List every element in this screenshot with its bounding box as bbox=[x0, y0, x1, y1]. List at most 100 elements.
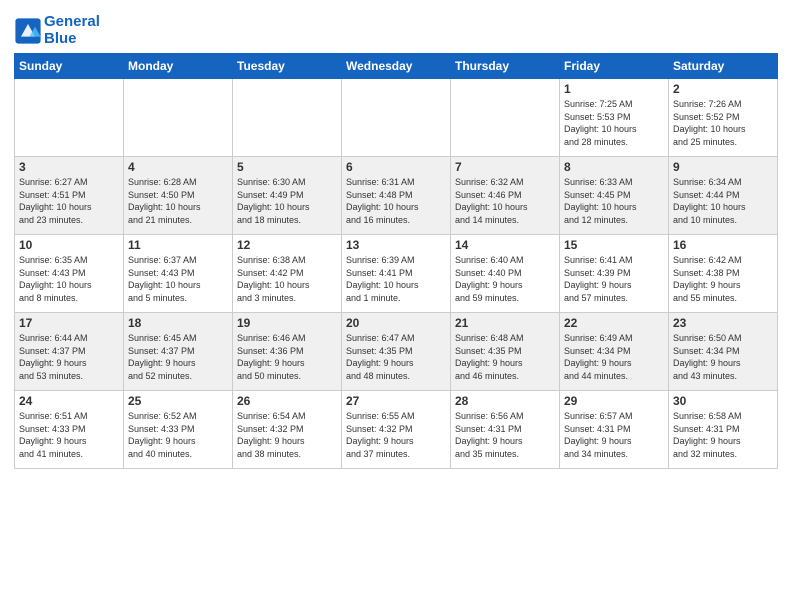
calendar-cell: 11 Sunrise: 6:37 AM Sunset: 4:43 PM Dayli… bbox=[124, 235, 233, 313]
day-info: Sunrise: 6:30 AM Sunset: 4:49 PM Dayligh… bbox=[237, 176, 337, 226]
day-number: 3 bbox=[19, 160, 119, 174]
day-number: 2 bbox=[673, 82, 773, 96]
calendar-cell bbox=[451, 79, 560, 157]
day-info: Sunrise: 6:48 AM Sunset: 4:35 PM Dayligh… bbox=[455, 332, 555, 382]
day-info: Sunrise: 6:55 AM Sunset: 4:32 PM Dayligh… bbox=[346, 410, 446, 460]
logo-blue-text: Blue bbox=[44, 30, 77, 47]
calendar-cell bbox=[15, 79, 124, 157]
calendar-cell: 10 Sunrise: 6:35 AM Sunset: 4:43 PM Dayli… bbox=[15, 235, 124, 313]
calendar-cell: 27Sunrise: 6:55 AM Sunset: 4:32 PM Dayli… bbox=[342, 391, 451, 469]
day-info: Sunrise: 6:57 AM Sunset: 4:31 PM Dayligh… bbox=[564, 410, 664, 460]
calendar-cell: 12 Sunrise: 6:38 AM Sunset: 4:42 PM Dayli… bbox=[233, 235, 342, 313]
day-number: 28 bbox=[455, 394, 555, 408]
calendar-cell: 2 Sunrise: 7:26 AM Sunset: 5:52 PM Daylig… bbox=[669, 79, 778, 157]
day-info: Sunrise: 6:50 AM Sunset: 4:34 PM Dayligh… bbox=[673, 332, 773, 382]
calendar-cell bbox=[342, 79, 451, 157]
calendar-cell: 1 Sunrise: 7:25 AM Sunset: 5:53 PM Daylig… bbox=[560, 79, 669, 157]
calendar-cell: 14 Sunrise: 6:40 AM Sunset: 4:40 PM Dayli… bbox=[451, 235, 560, 313]
day-number: 7 bbox=[455, 160, 555, 174]
page: General Blue SundayMondayTuesdayWednesda… bbox=[0, 0, 792, 479]
calendar-cell: 5 Sunrise: 6:30 AM Sunset: 4:49 PM Daylig… bbox=[233, 157, 342, 235]
day-number: 4 bbox=[128, 160, 228, 174]
day-number: 1 bbox=[564, 82, 664, 96]
day-info: Sunrise: 6:28 AM Sunset: 4:50 PM Dayligh… bbox=[128, 176, 228, 226]
day-number: 14 bbox=[455, 238, 555, 252]
day-info: Sunrise: 6:47 AM Sunset: 4:35 PM Dayligh… bbox=[346, 332, 446, 382]
calendar-cell: 26Sunrise: 6:54 AM Sunset: 4:32 PM Dayli… bbox=[233, 391, 342, 469]
calendar-table: SundayMondayTuesdayWednesdayThursdayFrid… bbox=[14, 53, 778, 469]
day-info: Sunrise: 6:34 AM Sunset: 4:44 PM Dayligh… bbox=[673, 176, 773, 226]
calendar-cell: 21 Sunrise: 6:48 AM Sunset: 4:35 PM Dayli… bbox=[451, 313, 560, 391]
calendar-cell: 29 Sunrise: 6:57 AM Sunset: 4:31 PM Dayli… bbox=[560, 391, 669, 469]
calendar-cell: 17Sunrise: 6:44 AM Sunset: 4:37 PM Dayli… bbox=[15, 313, 124, 391]
day-info: Sunrise: 6:32 AM Sunset: 4:46 PM Dayligh… bbox=[455, 176, 555, 226]
day-info: Sunrise: 6:42 AM Sunset: 4:38 PM Dayligh… bbox=[673, 254, 773, 304]
weekday-header-sunday: Sunday bbox=[15, 54, 124, 79]
day-info: Sunrise: 6:40 AM Sunset: 4:40 PM Dayligh… bbox=[455, 254, 555, 304]
calendar-cell: 16 Sunrise: 6:42 AM Sunset: 4:38 PM Dayli… bbox=[669, 235, 778, 313]
calendar-cell bbox=[233, 79, 342, 157]
weekday-header-thursday: Thursday bbox=[451, 54, 560, 79]
day-info: Sunrise: 6:45 AM Sunset: 4:37 PM Dayligh… bbox=[128, 332, 228, 382]
day-info: Sunrise: 6:56 AM Sunset: 4:31 PM Dayligh… bbox=[455, 410, 555, 460]
calendar-week-5: 24 Sunrise: 6:51 AM Sunset: 4:33 PM Dayli… bbox=[15, 391, 778, 469]
day-info: Sunrise: 6:39 AM Sunset: 4:41 PM Dayligh… bbox=[346, 254, 446, 304]
day-info: Sunrise: 6:49 AM Sunset: 4:34 PM Dayligh… bbox=[564, 332, 664, 382]
day-number: 26 bbox=[237, 394, 337, 408]
day-number: 21 bbox=[455, 316, 555, 330]
day-number: 29 bbox=[564, 394, 664, 408]
day-info: Sunrise: 6:52 AM Sunset: 4:33 PM Dayligh… bbox=[128, 410, 228, 460]
calendar-cell: 19 Sunrise: 6:46 AM Sunset: 4:36 PM Dayli… bbox=[233, 313, 342, 391]
day-number: 18 bbox=[128, 316, 228, 330]
logo: General Blue bbox=[14, 14, 100, 47]
day-number: 24 bbox=[19, 394, 119, 408]
calendar-cell: 15Sunrise: 6:41 AM Sunset: 4:39 PM Dayli… bbox=[560, 235, 669, 313]
day-number: 22 bbox=[564, 316, 664, 330]
calendar-cell: 20 Sunrise: 6:47 AM Sunset: 4:35 PM Dayli… bbox=[342, 313, 451, 391]
day-number: 23 bbox=[673, 316, 773, 330]
calendar-cell: 28 Sunrise: 6:56 AM Sunset: 4:31 PM Dayli… bbox=[451, 391, 560, 469]
day-number: 30 bbox=[673, 394, 773, 408]
calendar-cell: 13 Sunrise: 6:39 AM Sunset: 4:41 PM Dayli… bbox=[342, 235, 451, 313]
day-number: 15 bbox=[564, 238, 664, 252]
day-info: Sunrise: 6:51 AM Sunset: 4:33 PM Dayligh… bbox=[19, 410, 119, 460]
calendar-cell: 22 Sunrise: 6:49 AM Sunset: 4:34 PM Dayli… bbox=[560, 313, 669, 391]
calendar-week-3: 10 Sunrise: 6:35 AM Sunset: 4:43 PM Dayli… bbox=[15, 235, 778, 313]
calendar-cell: 7 Sunrise: 6:32 AM Sunset: 4:46 PM Daylig… bbox=[451, 157, 560, 235]
day-number: 11 bbox=[128, 238, 228, 252]
day-number: 19 bbox=[237, 316, 337, 330]
day-info: Sunrise: 6:31 AM Sunset: 4:48 PM Dayligh… bbox=[346, 176, 446, 226]
day-info: Sunrise: 6:33 AM Sunset: 4:45 PM Dayligh… bbox=[564, 176, 664, 226]
day-number: 10 bbox=[19, 238, 119, 252]
day-info: Sunrise: 6:35 AM Sunset: 4:43 PM Dayligh… bbox=[19, 254, 119, 304]
day-number: 25 bbox=[128, 394, 228, 408]
weekday-header-wednesday: Wednesday bbox=[342, 54, 451, 79]
calendar-cell: 30Sunrise: 6:58 AM Sunset: 4:31 PM Dayli… bbox=[669, 391, 778, 469]
logo-general: General bbox=[44, 13, 100, 30]
day-number: 9 bbox=[673, 160, 773, 174]
day-number: 6 bbox=[346, 160, 446, 174]
weekday-header-row: SundayMondayTuesdayWednesdayThursdayFrid… bbox=[15, 54, 778, 79]
day-info: Sunrise: 6:46 AM Sunset: 4:36 PM Dayligh… bbox=[237, 332, 337, 382]
day-info: Sunrise: 6:27 AM Sunset: 4:51 PM Dayligh… bbox=[19, 176, 119, 226]
weekday-header-tuesday: Tuesday bbox=[233, 54, 342, 79]
day-number: 20 bbox=[346, 316, 446, 330]
day-info: Sunrise: 6:38 AM Sunset: 4:42 PM Dayligh… bbox=[237, 254, 337, 304]
day-info: Sunrise: 7:25 AM Sunset: 5:53 PM Dayligh… bbox=[564, 98, 664, 148]
calendar-cell bbox=[124, 79, 233, 157]
day-number: 12 bbox=[237, 238, 337, 252]
logo-text: General Blue bbox=[44, 14, 100, 47]
calendar-cell: 3 Sunrise: 6:27 AM Sunset: 4:51 PM Daylig… bbox=[15, 157, 124, 235]
calendar-week-2: 3 Sunrise: 6:27 AM Sunset: 4:51 PM Daylig… bbox=[15, 157, 778, 235]
day-info: Sunrise: 6:37 AM Sunset: 4:43 PM Dayligh… bbox=[128, 254, 228, 304]
day-number: 5 bbox=[237, 160, 337, 174]
weekday-header-saturday: Saturday bbox=[669, 54, 778, 79]
day-number: 16 bbox=[673, 238, 773, 252]
day-info: Sunrise: 7:26 AM Sunset: 5:52 PM Dayligh… bbox=[673, 98, 773, 148]
day-number: 13 bbox=[346, 238, 446, 252]
logo-icon bbox=[14, 17, 42, 45]
calendar-cell: 18 Sunrise: 6:45 AM Sunset: 4:37 PM Dayli… bbox=[124, 313, 233, 391]
calendar-week-1: 1 Sunrise: 7:25 AM Sunset: 5:53 PM Daylig… bbox=[15, 79, 778, 157]
day-number: 8 bbox=[564, 160, 664, 174]
day-info: Sunrise: 6:44 AM Sunset: 4:37 PM Dayligh… bbox=[19, 332, 119, 382]
